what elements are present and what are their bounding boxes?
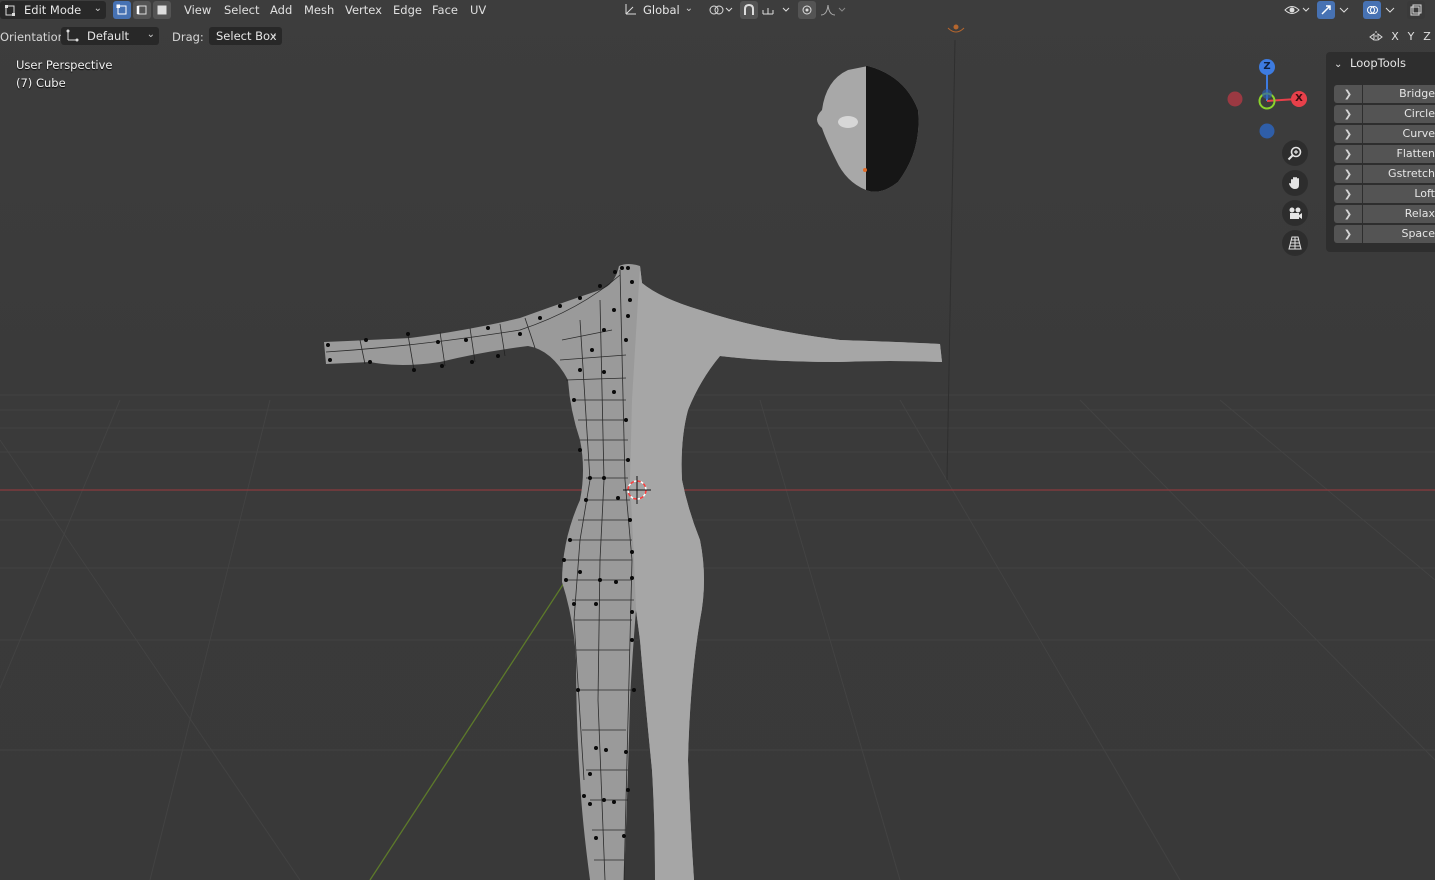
- pan-button[interactable]: [1282, 170, 1308, 196]
- snap-toggle-button[interactable]: [740, 1, 758, 19]
- orientation-dropdown[interactable]: Default ⌄: [61, 27, 159, 45]
- projection-toggle-button[interactable]: [1282, 230, 1308, 256]
- visibility-button[interactable]: [1282, 1, 1312, 19]
- mirror-y-button[interactable]: Y: [1403, 28, 1419, 46]
- menu-edge[interactable]: Edge: [393, 2, 422, 18]
- menu-uv[interactable]: UV: [470, 2, 486, 18]
- looptools-panel: ⌄ LoopTools ❯ Bridge ❯ Circle ❯ Curve ❯ …: [1326, 52, 1435, 252]
- chevron-right-icon[interactable]: ❯: [1334, 185, 1362, 203]
- looptools-row-bridge: ❯ Bridge: [1334, 85, 1435, 103]
- tool-settings-bar: Orientation: Default ⌄ Drag: Select Box …: [0, 26, 1435, 48]
- menu-face[interactable]: Face: [432, 2, 458, 18]
- looptools-curve-button[interactable]: Curve: [1363, 125, 1435, 143]
- chevron-right-icon[interactable]: ❯: [1334, 165, 1362, 183]
- edit-mode-icon: [4, 3, 18, 17]
- zoom-icon: [1287, 146, 1302, 161]
- gizmo-x-axis[interactable]: X: [1291, 91, 1307, 107]
- chevron-down-icon: ⌄: [146, 29, 155, 40]
- view-name-label: User Perspective: [16, 58, 113, 72]
- chevron-down-icon: ⌄: [1334, 59, 1343, 70]
- body-mesh: [324, 264, 942, 880]
- chevron-right-icon[interactable]: ❯: [1334, 145, 1362, 163]
- snap-target-button[interactable]: [760, 1, 792, 19]
- falloff-button[interactable]: [818, 1, 848, 19]
- looptools-header[interactable]: ⌄ LoopTools: [1334, 56, 1406, 70]
- xray-toggle-button[interactable]: [1407, 1, 1425, 19]
- looptools-row-loft: ❯ Loft: [1334, 185, 1435, 203]
- object-name-label: (7) Cube: [16, 76, 66, 90]
- menu-select[interactable]: Select: [224, 2, 259, 18]
- chevron-right-icon[interactable]: ❯: [1334, 205, 1362, 223]
- looptools-row-flatten: ❯ Flatten: [1334, 145, 1435, 163]
- transform-space-label: Global: [643, 3, 680, 17]
- transform-orientation-dropdown[interactable]: Global ⌄: [619, 1, 697, 19]
- gizmo-z-axis[interactable]: Z: [1259, 59, 1275, 75]
- menu-add[interactable]: Add: [270, 2, 292, 18]
- looptools-row-curve: ❯ Curve: [1334, 125, 1435, 143]
- hand-icon: [1289, 177, 1299, 189]
- chevron-down-icon: ⌄: [684, 3, 693, 14]
- overlays-dropdown-button[interactable]: [1383, 1, 1397, 19]
- menu-mesh[interactable]: Mesh: [304, 2, 334, 18]
- transform-orientation-icon: [623, 2, 637, 19]
- looptools-title: LoopTools: [1350, 56, 1406, 70]
- chevron-down-icon: ⌄: [93, 3, 102, 14]
- chevron-right-icon[interactable]: ❯: [1334, 125, 1362, 143]
- looptools-relax-button[interactable]: Relax: [1363, 205, 1435, 223]
- grid-perspective-icon: [1288, 236, 1302, 250]
- orientation-label: Orientation:: [0, 30, 69, 44]
- proportional-edit-button[interactable]: [798, 1, 816, 19]
- overlays-toggle-button[interactable]: [1363, 1, 1381, 19]
- zoom-button[interactable]: [1282, 140, 1308, 166]
- gizmo-toggle-button[interactable]: [1317, 1, 1335, 19]
- pivot-point-button[interactable]: [706, 1, 734, 19]
- mirror-icon: [1369, 30, 1383, 47]
- chevron-right-icon[interactable]: ❯: [1334, 85, 1362, 103]
- face-select-button[interactable]: [153, 1, 171, 19]
- looptools-loft-button[interactable]: Loft: [1363, 185, 1435, 203]
- looptools-row-circle: ❯ Circle: [1334, 105, 1435, 123]
- viewport-scene[interactable]: [0, 0, 1435, 880]
- orientation-icon: [65, 28, 79, 45]
- gizmo-dropdown-button[interactable]: [1337, 1, 1351, 19]
- looptools-row-space: ❯ Space: [1334, 225, 1435, 243]
- mirror-z-button[interactable]: Z: [1419, 28, 1435, 46]
- looptools-gstretch-button[interactable]: Gstretch: [1363, 165, 1435, 183]
- menu-view[interactable]: View: [184, 2, 211, 18]
- mode-label: Edit Mode: [24, 3, 82, 17]
- drag-dropdown[interactable]: Select Box ⌄: [209, 27, 282, 45]
- edge-select-button[interactable]: [133, 1, 151, 19]
- mirror-x-button[interactable]: X: [1387, 28, 1403, 46]
- looptools-row-gstretch: ❯ Gstretch: [1334, 165, 1435, 183]
- viewport-header: Edit Mode ⌄ View Select Add Mesh Vertex …: [0, 0, 1435, 20]
- camera-view-button[interactable]: [1282, 200, 1308, 226]
- looptools-flatten-button[interactable]: Flatten: [1363, 145, 1435, 163]
- menu-vertex[interactable]: Vertex: [345, 2, 382, 18]
- chevron-right-icon[interactable]: ❯: [1334, 225, 1362, 243]
- vertex-select-button[interactable]: [113, 1, 131, 19]
- orientation-value: Default: [87, 29, 130, 43]
- navigation-gizmo: [1227, 68, 1298, 139]
- 3d-viewport[interactable]: Z X: [0, 0, 1435, 880]
- looptools-space-button[interactable]: Space: [1363, 225, 1435, 243]
- drag-label: Drag:: [172, 30, 204, 44]
- camera-icon: [1289, 207, 1302, 219]
- drag-value: Select Box: [216, 29, 277, 43]
- looptools-circle-button[interactable]: Circle: [1363, 105, 1435, 123]
- head-mesh: [817, 66, 919, 192]
- chevron-right-icon[interactable]: ❯: [1334, 105, 1362, 123]
- looptools-row-relax: ❯ Relax: [1334, 205, 1435, 223]
- chevron-down-icon: ⌄: [269, 29, 278, 40]
- looptools-bridge-button[interactable]: Bridge: [1363, 85, 1435, 103]
- mode-dropdown[interactable]: Edit Mode ⌄: [0, 1, 106, 19]
